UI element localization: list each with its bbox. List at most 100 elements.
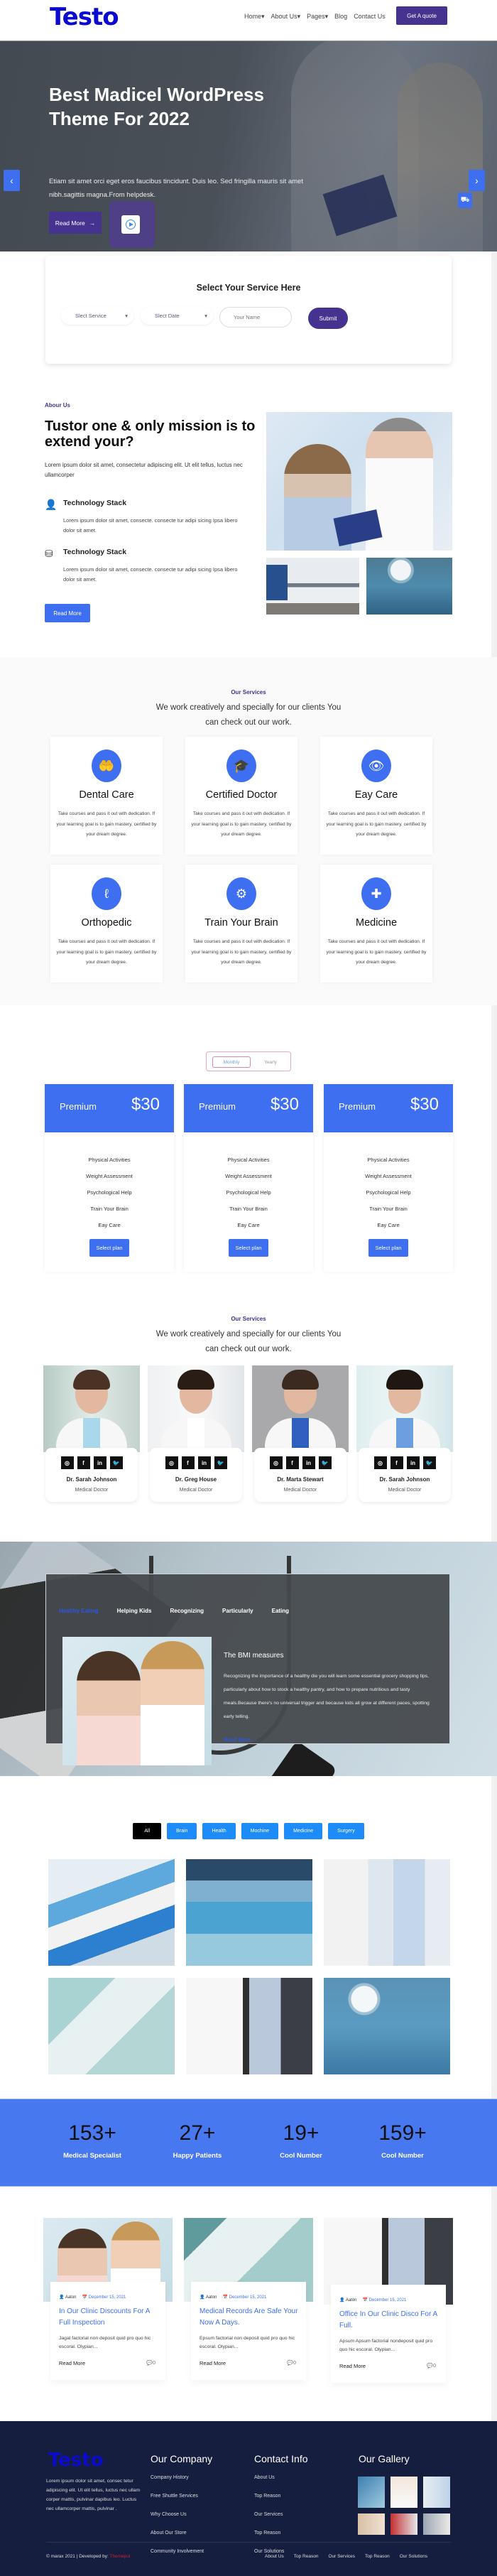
social-links: ◎ f in 🐦 [45,1456,138,1469]
twitter-icon[interactable]: 🐦 [109,1456,123,1469]
slider-next-button[interactable]: › [469,170,485,191]
service-select[interactable]: Slect Service ▾ [61,307,133,325]
filter-brain[interactable]: Brain [167,1823,197,1839]
gallery-image-operating-room[interactable] [324,1978,450,2074]
select-plan-button[interactable]: Select plan [89,1239,129,1257]
filter-machine[interactable]: Mochine [241,1823,279,1839]
gallery-image-pregnancy-checkup[interactable] [324,1859,450,1966]
service-card[interactable]: 🎓 Certified Doctor Take courses and pass… [185,737,297,855]
filter-all[interactable]: All [133,1823,162,1839]
post-read-more-link[interactable]: Read More [59,2360,85,2366]
facebook-icon[interactable]: f [390,1456,403,1469]
pricing-card: Premium $30 Physical Activities Weight A… [45,1084,174,1272]
select-plan-button[interactable]: Select plan [229,1239,268,1257]
gallery-image-lab-research[interactable] [48,1978,175,2074]
slider-prev-button[interactable]: ‹ [4,170,20,191]
linkedin-icon[interactable]: in [93,1456,106,1469]
footer-gallery-thumb[interactable] [423,2513,450,2535]
post-read-more-link[interactable]: Read More [200,2360,226,2366]
service-card[interactable]: ⚙ Train Your Brain Take courses and pass… [185,865,297,983]
nav-contact-us[interactable]: Contact Us [354,13,386,21]
filter-health[interactable]: Health [202,1823,236,1839]
footer-link-why-choose-us[interactable]: Why Choose Us [151,2512,212,2521]
linkedin-icon[interactable]: in [197,1456,211,1469]
tab-recognizing[interactable]: Recognizing [170,1608,204,1614]
nav-home[interactable]: Home▾ [244,13,265,21]
footer-link-about-us[interactable]: About Us [254,2475,308,2484]
filter-medicine[interactable]: Medicine [284,1823,323,1839]
hero-read-more-button[interactable]: Read More → [49,212,102,234]
toggle-yearly[interactable]: Yearly [258,1056,283,1068]
facebook-icon[interactable]: f [181,1456,195,1469]
calendar-icon: 📅 [222,2295,228,2300]
footer-link-company-history[interactable]: Company History [151,2475,212,2484]
instagram-icon[interactable]: ◎ [165,1456,178,1469]
footer-link-top-reason[interactable]: Top Reason [254,2494,308,2503]
about-read-more-button[interactable]: Read More [45,604,90,622]
get-quote-button[interactable]: Get A quote [396,6,447,25]
twitter-icon[interactable]: 🐦 [214,1456,227,1469]
footer-link-community[interactable]: Community Involvement [151,2549,212,2558]
instagram-icon[interactable]: ◎ [269,1456,283,1469]
team-section: Our Services We work creatively and spec… [0,1307,497,1520]
service-card[interactable]: 👁 Eay Care Take courses and pass it out … [320,737,432,855]
tab-helping-kids[interactable]: Helping Kids [117,1608,152,1614]
gallery-image-surgery-team[interactable] [186,1859,312,1966]
footer-gallery-thumb[interactable] [423,2477,450,2508]
bottom-link-our-services[interactable]: Our Services [328,2554,355,2559]
tab-read-more-link[interactable]: Read More → [224,1736,258,1743]
post-read-more-link[interactable]: Read More [339,2363,366,2369]
site-logo[interactable]: Testo [50,3,119,31]
instagram-icon[interactable]: ◎ [373,1456,387,1469]
nav-blog[interactable]: Blog [334,13,347,21]
nav-pages[interactable]: Pages▾ [307,13,328,21]
developer-link[interactable]: Themepul [109,2554,130,2559]
footer-gallery-thumb[interactable] [358,2477,385,2508]
footer-gallery-thumb[interactable] [390,2477,417,2508]
footer-link-top-reason[interactable]: Top Reason [254,2531,308,2540]
twitter-icon[interactable]: 🐦 [318,1456,332,1469]
services-heading: We work creatively and specially for our… [155,703,342,727]
pricing-section: Monthly Yearly Premium $30 Physical Acti… [0,1044,497,1286]
facebook-icon[interactable]: f [77,1456,90,1469]
bottom-link-top-reason[interactable]: Top Reason [294,2554,319,2559]
post-title[interactable]: Office In Our Clinic Disco For A Full. [339,2309,442,2332]
facebook-icon[interactable]: f [285,1456,299,1469]
stat-item: 153+ Medical Specialist [43,2119,142,2160]
tab-eating[interactable]: Eating [272,1608,289,1614]
footer-gallery-thumb[interactable] [390,2513,417,2535]
linkedin-icon[interactable]: in [406,1456,420,1469]
phone-background-image [251,1740,338,1776]
side-float-button[interactable]: ⛟ [458,193,472,208]
footer-logo[interactable]: Testo [48,2450,104,2471]
date-select[interactable]: Slect Date ▾ [141,307,213,325]
gallery-image-dental[interactable] [48,1859,175,1966]
bottom-link-top-reason[interactable]: Top Reason [365,2554,390,2559]
footer-link-our-services[interactable]: Our Services [254,2512,308,2521]
service-card[interactable]: 🤲 Dental Care Take courses and pass it o… [50,737,163,855]
bottom-link-our-solutions[interactable]: Our Solutions [400,2554,427,2559]
page-scrollbar[interactable] [491,0,497,2576]
toggle-monthly[interactable]: Monthly [212,1056,251,1068]
footer-gallery-thumb[interactable] [358,2513,385,2535]
linkedin-icon[interactable]: in [302,1456,315,1469]
name-input[interactable] [219,307,292,328]
select-plan-button[interactable]: Select plan [368,1239,408,1257]
submit-button[interactable]: Submit [308,308,348,329]
tab-healthy-eating[interactable]: Healthy Eating [59,1608,99,1614]
tab-particularly[interactable]: Particularly [222,1608,253,1614]
footer-link-free-shuttle[interactable]: Free Shuttle Services [151,2494,212,2503]
gallery-image-doctor-tablet[interactable] [186,1978,312,2074]
instagram-icon[interactable]: ◎ [60,1456,74,1469]
footer-link-about-store[interactable]: About Our Store [151,2531,212,2540]
nav-about-us[interactable]: About Us▾ [271,13,301,21]
service-card[interactable]: ℓ Orthopedic Take courses and pass it ou… [50,865,163,983]
twitter-icon[interactable]: 🐦 [422,1456,436,1469]
gallery-filters: All Brain Health Mochine Medicine Surger… [0,1823,497,1839]
post-title[interactable]: In Our Clinic Discounts For A Full Inspe… [59,2306,162,2329]
play-video-button[interactable] [121,215,140,234]
service-card[interactable]: ✚ Medicine Take courses and pass it out … [320,865,432,983]
post-title[interactable]: Medical Records Are Safe Your Now A Days… [200,2306,302,2329]
filter-surgery[interactable]: Surgery [328,1823,364,1839]
bottom-link-about-us[interactable]: About Us [265,2554,284,2559]
